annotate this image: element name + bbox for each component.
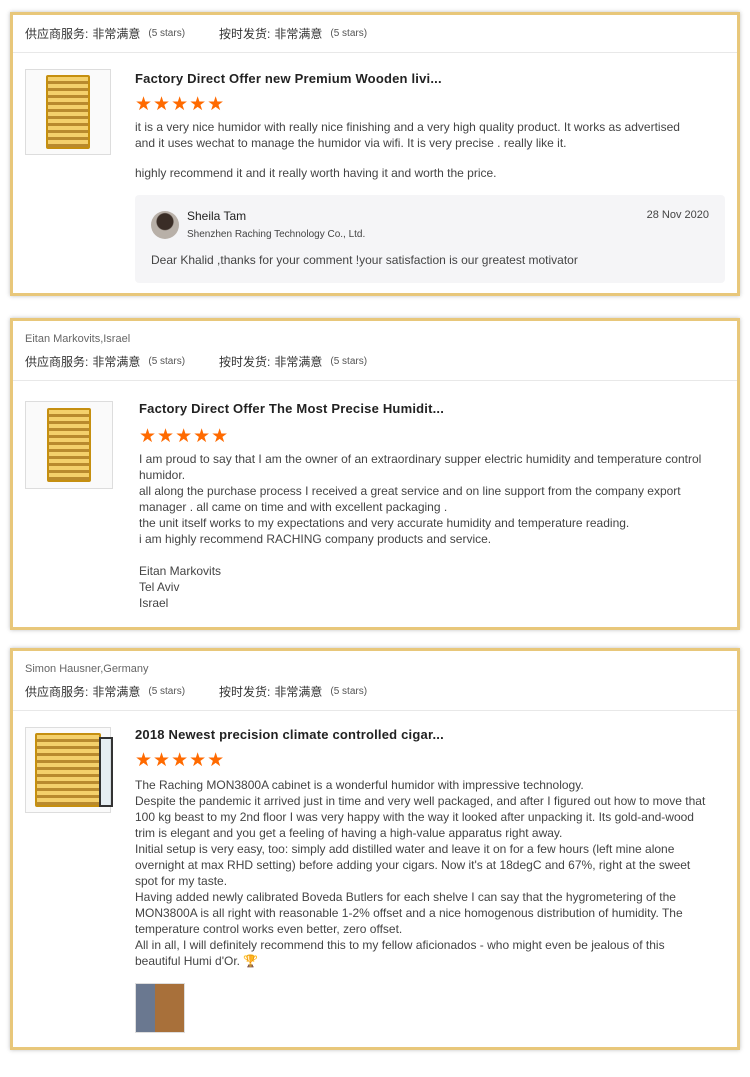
rating-summary: 供应商服务: 非常满意 (5 stars) 按时发货: 非常满意 (5 stars) bbox=[25, 25, 367, 42]
review-paragraph: highly recommend it and it really worth … bbox=[135, 166, 497, 180]
signature-line: Eitan Markovits bbox=[139, 564, 222, 578]
review-line: The Raching MON3800A cabinet is a wonder… bbox=[135, 778, 584, 792]
supplier-service-value: 非常满意 bbox=[92, 685, 141, 699]
reply-date: 28 Nov 2020 bbox=[646, 209, 709, 221]
rating-summary: 供应商服务: 非常满意 (5 stars) 按时发货: 非常满意 (5 stars) bbox=[25, 353, 367, 370]
seller-reply: Sheila Tam Shenzhen Raching Technology C… bbox=[135, 195, 725, 283]
supplier-service-label: 供应商服务: bbox=[25, 685, 89, 699]
reply-author-name: Sheila Tam bbox=[187, 209, 247, 223]
humidor-image bbox=[46, 75, 90, 149]
review-text: I am proud to say that I am the owner of… bbox=[139, 451, 721, 611]
avatar bbox=[151, 211, 179, 239]
product-thumbnail[interactable] bbox=[25, 727, 113, 813]
review-text: The Raching MON3800A cabinet is a wonder… bbox=[135, 777, 707, 969]
review-card: 供应商服务: 非常满意 (5 stars) 按时发货: 非常满意 (5 stars) Fa… bbox=[10, 12, 740, 296]
product-thumbnail[interactable] bbox=[25, 401, 113, 489]
review-card: Simon Hausner,Germany 供应商服务: 非常满意 (5 stars… bbox=[10, 648, 740, 1050]
shipping-label: 按时发货: bbox=[219, 685, 271, 699]
product-title[interactable]: Factory Direct Offer new Premium Wooden … bbox=[135, 71, 442, 86]
star-rating: ★★★★★ bbox=[139, 426, 230, 447]
supplier-service-stars: (5 stars) bbox=[148, 686, 186, 697]
review-card: Eitan Markovits,Israel 供应商服务: 非常满意 (5 star… bbox=[10, 318, 740, 630]
star-rating: ★★★★★ bbox=[135, 750, 226, 771]
review-line: Having added newly calibrated Boveda But… bbox=[135, 890, 683, 936]
review-line: I am proud to say that I am the owner of… bbox=[139, 452, 702, 482]
review-line: i am highly recommend RACHING company pr… bbox=[139, 532, 492, 546]
reviewer-name: Simon Hausner,Germany bbox=[25, 663, 149, 675]
supplier-service-value: 非常满意 bbox=[92, 27, 141, 41]
review-header: Eitan Markovits,Israel 供应商服务: 非常满意 (5 star… bbox=[13, 321, 737, 381]
rating-summary: 供应商服务: 非常满意 (5 stars) 按时发货: 非常满意 (5 stars) bbox=[25, 683, 367, 700]
review-line: Despite the pandemic it arrived just in … bbox=[135, 794, 706, 840]
shipping-stars: (5 stars) bbox=[330, 28, 368, 39]
reviewer-name: Eitan Markovits,Israel bbox=[25, 333, 131, 345]
product-title[interactable]: Factory Direct Offer The Most Precise Hu… bbox=[139, 401, 444, 416]
signature-line: Tel Aviv bbox=[139, 580, 180, 594]
shipping-label: 按时发货: bbox=[219, 355, 271, 369]
review-photo[interactable] bbox=[135, 983, 185, 1033]
review-header: Simon Hausner,Germany 供应商服务: 非常满意 (5 stars… bbox=[13, 651, 737, 711]
product-thumbnail[interactable] bbox=[25, 69, 111, 155]
review-paragraph: it is a very nice humidor with really ni… bbox=[135, 120, 680, 150]
star-rating: ★★★★★ bbox=[135, 94, 226, 115]
shipping-value: 非常满意 bbox=[274, 685, 323, 699]
review-line: the unit itself works to my expectations… bbox=[139, 516, 630, 530]
humidor-image bbox=[35, 733, 113, 807]
shipping-stars: (5 stars) bbox=[330, 686, 368, 697]
shipping-value: 非常满意 bbox=[274, 355, 323, 369]
reply-company: Shenzhen Raching Technology Co., Ltd. bbox=[187, 229, 366, 240]
reply-text: Dear Khalid ,thanks for your comment !yo… bbox=[151, 253, 578, 267]
review-line: all along the purchase process I receive… bbox=[139, 484, 681, 514]
supplier-service-stars: (5 stars) bbox=[148, 28, 186, 39]
review-text: it is a very nice humidor with really ni… bbox=[135, 119, 701, 181]
review-header: 供应商服务: 非常满意 (5 stars) 按时发货: 非常满意 (5 stars) bbox=[13, 15, 737, 53]
product-title[interactable]: 2018 Newest precision climate controlled… bbox=[135, 727, 444, 742]
humidor-image bbox=[47, 408, 91, 482]
shipping-stars: (5 stars) bbox=[330, 356, 368, 367]
supplier-service-value: 非常满意 bbox=[92, 355, 141, 369]
review-line: Initial setup is very easy, too: simply … bbox=[135, 842, 691, 888]
review-line: All in all, I will definitely recommend … bbox=[135, 938, 665, 968]
supplier-service-stars: (5 stars) bbox=[148, 356, 186, 367]
supplier-service-label: 供应商服务: bbox=[25, 355, 89, 369]
supplier-service-label: 供应商服务: bbox=[25, 27, 89, 41]
shipping-label: 按时发货: bbox=[219, 27, 271, 41]
signature-line: Israel bbox=[139, 596, 169, 610]
shipping-value: 非常满意 bbox=[274, 27, 323, 41]
